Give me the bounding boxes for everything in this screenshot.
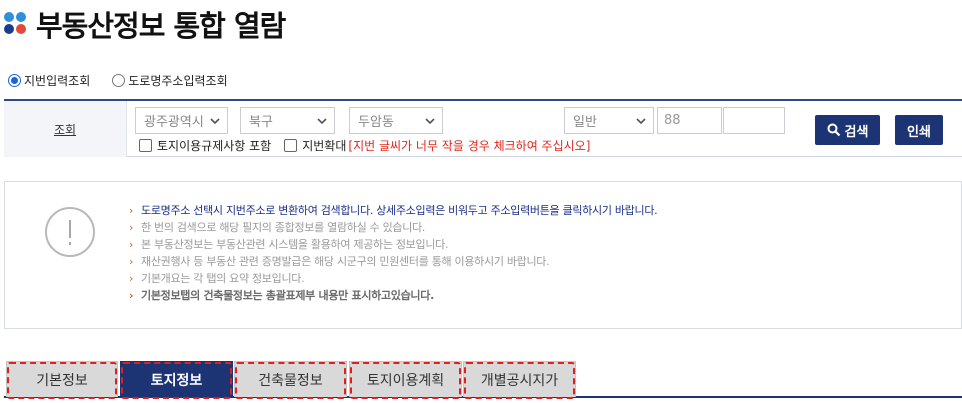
tab-official-land-price[interactable]: 개별공시지가 <box>463 361 576 399</box>
radio-label: 지번입력조회 <box>24 74 91 88</box>
notice-text: 도로명주소 선택시 지번주소로 변환하여 검색합니다. 상세주소입력은 비워두고… <box>141 204 658 217</box>
enlarge-warning: [지번 글씨가 너무 작을 경우 체크하여 주십시오] <box>348 139 591 153</box>
tab-land-info[interactable]: 토지정보 <box>120 361 233 399</box>
chevron-right-icon: › <box>129 221 134 234</box>
search-options: 토지이용규제사항 포함 지번확대 [지번 글씨가 너무 작을 경우 체크하여 주… <box>139 137 603 154</box>
district-select[interactable]: 북구 <box>240 107 335 134</box>
radio-button-checked[interactable] <box>8 74 21 87</box>
tab-building-info[interactable]: 건축물정보 <box>234 361 347 399</box>
search-panel: 조회 광주광역시 북구 두암동 일반 88 - 토지이용규제사항 포함 지번확대… <box>4 99 962 157</box>
chevron-down-icon <box>210 118 220 125</box>
tab-label: 기본정보 <box>36 372 88 389</box>
notice-item: › 도로명주소 선택시 지번주소로 변환하여 검색합니다. 상세주소입력은 비워두… <box>129 202 658 219</box>
notice-text: 기본정보탭의 건축물정보는 총괄표제부 내용만 표시하고있습니다. <box>141 289 434 302</box>
search-mode-group: 지번입력조회 도로명주소입력조회 <box>8 72 250 89</box>
tab-basic-info[interactable]: 기본정보 <box>6 361 118 399</box>
notice-item: › 기본정보탭의 건축물정보는 총괄표제부 내용만 표시하고있습니다. <box>129 287 657 304</box>
chevron-right-icon: › <box>129 272 134 285</box>
land-use-checkbox-item[interactable]: 토지이용규제사항 포함 <box>139 137 271 154</box>
enlarge-checkbox-item[interactable]: 지번확대 [지번 글씨가 너무 작을 경우 체크하여 주십시오] <box>284 137 590 154</box>
exclamation-icon <box>45 207 95 257</box>
main-number-value: 88 <box>664 113 681 128</box>
search-label: 조회 <box>4 101 127 157</box>
land-use-checkbox[interactable] <box>139 139 152 152</box>
notice-item: › 기본개요는 각 탭의 요약 정보입니다. <box>129 270 657 287</box>
tab-bar: 기본정보 토지정보 건축물정보 토지이용계획 개별공시지가 <box>4 359 962 403</box>
enlarge-checkbox[interactable] <box>284 139 298 152</box>
radio-lot-number-search[interactable]: 지번입력조회 <box>8 72 90 89</box>
chevron-right-icon: › <box>129 238 134 251</box>
sub-number-input[interactable] <box>723 107 785 134</box>
chevron-down-icon <box>317 118 327 125</box>
print-button-label: 인쇄 <box>907 124 931 140</box>
lot-type-select-value: 일반 <box>573 115 597 130</box>
lot-type-select[interactable]: 일반 <box>564 107 654 134</box>
radio-road-address-search[interactable]: 도로명주소입력조회 <box>112 72 228 89</box>
land-use-checkbox-label: 토지이용규제사항 포함 <box>157 139 272 153</box>
radio-button[interactable] <box>112 74 126 87</box>
notice-text: 한 번의 검색으로 해당 필지의 종합정보를 열람하실 수 있습니다. <box>141 221 426 234</box>
search-icon <box>827 123 840 137</box>
tab-land-use-plan[interactable]: 토지이용계획 <box>349 361 462 399</box>
notice-item: › 본 부동산정보는 부동산관련 시스템을 활용하여 제공하는 정보입니다. <box>129 236 657 253</box>
notice-text: 재산권행사 등 부동산 관련 증명발급은 해당 시군구의 민원센터를 통해 이용… <box>141 255 550 268</box>
tab-label: 개별공시지가 <box>480 372 559 389</box>
main-number-input[interactable]: 88 <box>657 107 722 134</box>
notice-box: › 도로명주소 선택시 지번주소로 변환하여 검색합니다. 상세주소입력은 비워두… <box>4 181 962 329</box>
radio-label: 도로명주소입력조회 <box>128 74 228 88</box>
city-select-value: 광주광역시 <box>144 115 204 130</box>
tab-label: 토지정보 <box>150 372 203 389</box>
chevron-right-icon: › <box>129 204 134 217</box>
page-title: 부동산정보 통합 열람 <box>36 9 286 43</box>
dong-select-value: 두암동 <box>358 115 394 130</box>
search-button[interactable]: 검색 <box>815 115 880 145</box>
notice-list: › 도로명주소 선택시 지번주소로 변환하여 검색합니다. 상세주소입력은 비워두… <box>129 202 658 304</box>
city-select[interactable]: 광주광역시 <box>135 107 228 134</box>
notice-text: 본 부동산정보는 부동산관련 시스템을 활용하여 제공하는 정보입니다. <box>141 238 449 251</box>
chevron-right-icon: › <box>129 255 134 268</box>
chevron-down-icon <box>636 118 646 125</box>
chevron-down-icon <box>425 118 435 125</box>
logo-icon <box>4 12 28 36</box>
page-header: 부동산정보 통합 열람 <box>4 6 286 43</box>
notice-item: › 한 번의 검색으로 해당 필지의 종합정보를 열람하실 수 있습니다. <box>129 219 657 236</box>
tab-label: 토지이용계획 <box>366 372 445 389</box>
notice-text: 기본개요는 각 탭의 요약 정보입니다. <box>141 272 305 285</box>
dong-select[interactable]: 두암동 <box>349 107 443 134</box>
chevron-right-icon: › <box>129 289 134 302</box>
district-select-value: 북구 <box>249 115 273 130</box>
print-button[interactable]: 인쇄 <box>895 115 943 145</box>
enlarge-checkbox-label: 지번확대 <box>302 139 347 153</box>
tab-label: 건축물정보 <box>258 372 323 389</box>
notice-item: › 재산권행사 등 부동산 관련 증명발급은 해당 시군구의 민원센터를 통해 이… <box>129 253 657 270</box>
search-button-label: 검색 <box>844 124 869 140</box>
